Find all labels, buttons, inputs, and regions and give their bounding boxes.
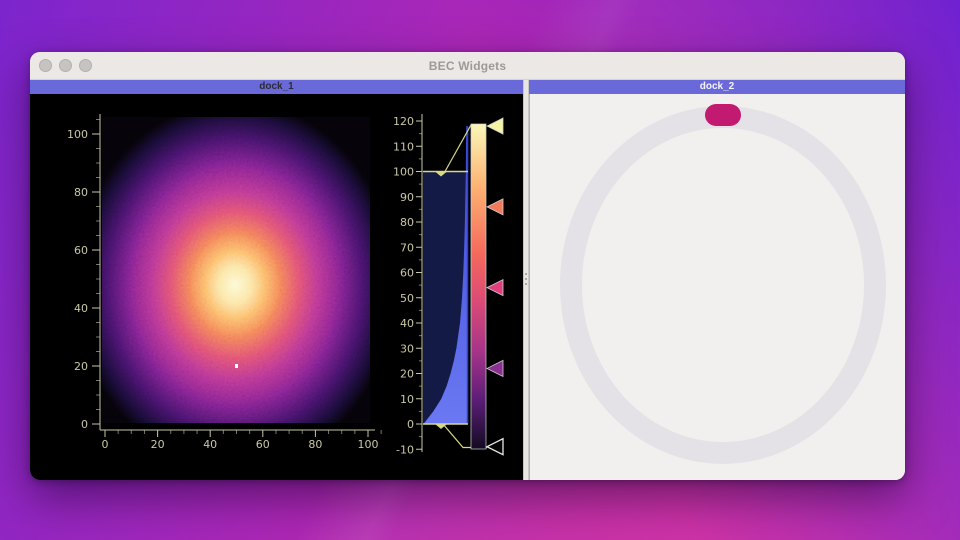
gradient-tick-marker[interactable] <box>487 199 503 215</box>
y-tick-label: 40 <box>74 302 88 315</box>
histogram-lut-widget[interactable]: -10 0 10 20 30 40 50 60 70 80 90 100 110 120 <box>393 114 503 456</box>
lut-tick-label: 0 <box>407 418 414 431</box>
heatmap-image[interactable] <box>102 117 370 423</box>
lut-tick-label: 120 <box>393 115 414 128</box>
y-tick-label: 60 <box>74 244 88 257</box>
gradient-tick-marker[interactable] <box>487 118 503 134</box>
lut-tick-label: 20 <box>400 368 414 381</box>
image-plot-svg: 0 20 40 60 80 100 0 20 40 60 80 100 -10 0 10 20 30 40 50 60… <box>30 94 523 480</box>
spinner-track <box>571 117 875 453</box>
x-tick-label: 40 <box>203 438 217 451</box>
spinner-indicator <box>705 104 741 126</box>
lut-tick-label: 10 <box>400 393 414 406</box>
dock-1-titlebar[interactable]: dock_1 <box>30 80 523 94</box>
colorbar-gradient[interactable] <box>471 124 486 449</box>
lut-tick-label: 100 <box>393 166 414 179</box>
image-plot-area[interactable]: 0 20 40 60 80 100 0 20 40 60 80 100 -10 0 10 20 30 40 50 60… <box>30 94 523 480</box>
lut-tick-label: 90 <box>400 191 414 204</box>
gradient-tick-marker[interactable] <box>487 280 503 296</box>
lut-tick-label: 110 <box>393 140 414 153</box>
y-tick-label: 100 <box>67 128 88 141</box>
lut-tick-label: 30 <box>400 342 414 355</box>
window-content: dock_1 0 20 40 60 80 100 0 20 40 60 80 100 -10 0 10 20 3… <box>30 80 905 480</box>
gradient-tick-marker[interactable] <box>487 439 503 455</box>
y-tick-label: 80 <box>74 186 88 199</box>
main-window: BEC Widgets dock_1 020406080100020406080… <box>30 52 905 480</box>
gradient-tick-marker[interactable] <box>487 360 503 376</box>
x-tick-label: 100 <box>358 438 379 451</box>
x-tick-label: 60 <box>256 438 270 451</box>
y-tick-label: 0 <box>81 418 88 431</box>
dock-1: dock_1 0 20 40 60 80 100 0 20 40 60 80 100 -10 0 10 20 3… <box>30 80 523 480</box>
dock-2: dock_2 <box>529 80 905 480</box>
x-tick-label: 80 <box>308 438 322 451</box>
lut-tick-label: 50 <box>400 292 414 305</box>
crosshair-marker <box>235 364 238 368</box>
lut-tick-label: 60 <box>400 267 414 280</box>
lut-tick-label: -10 <box>396 443 414 456</box>
window-titlebar[interactable]: BEC Widgets <box>30 52 905 80</box>
ring-spinner <box>530 94 905 480</box>
spinner-area <box>529 94 905 480</box>
x-tick-label: 20 <box>151 438 165 451</box>
lut-tick-label: 80 <box>400 216 414 229</box>
x-tick-label: 0 <box>102 438 109 451</box>
lut-tick-label: 40 <box>400 317 414 330</box>
lut-tick-label: 70 <box>400 241 414 254</box>
y-tick-label: 20 <box>74 360 88 373</box>
window-title: BEC Widgets <box>30 59 905 73</box>
dock-2-titlebar[interactable]: dock_2 <box>529 80 905 94</box>
